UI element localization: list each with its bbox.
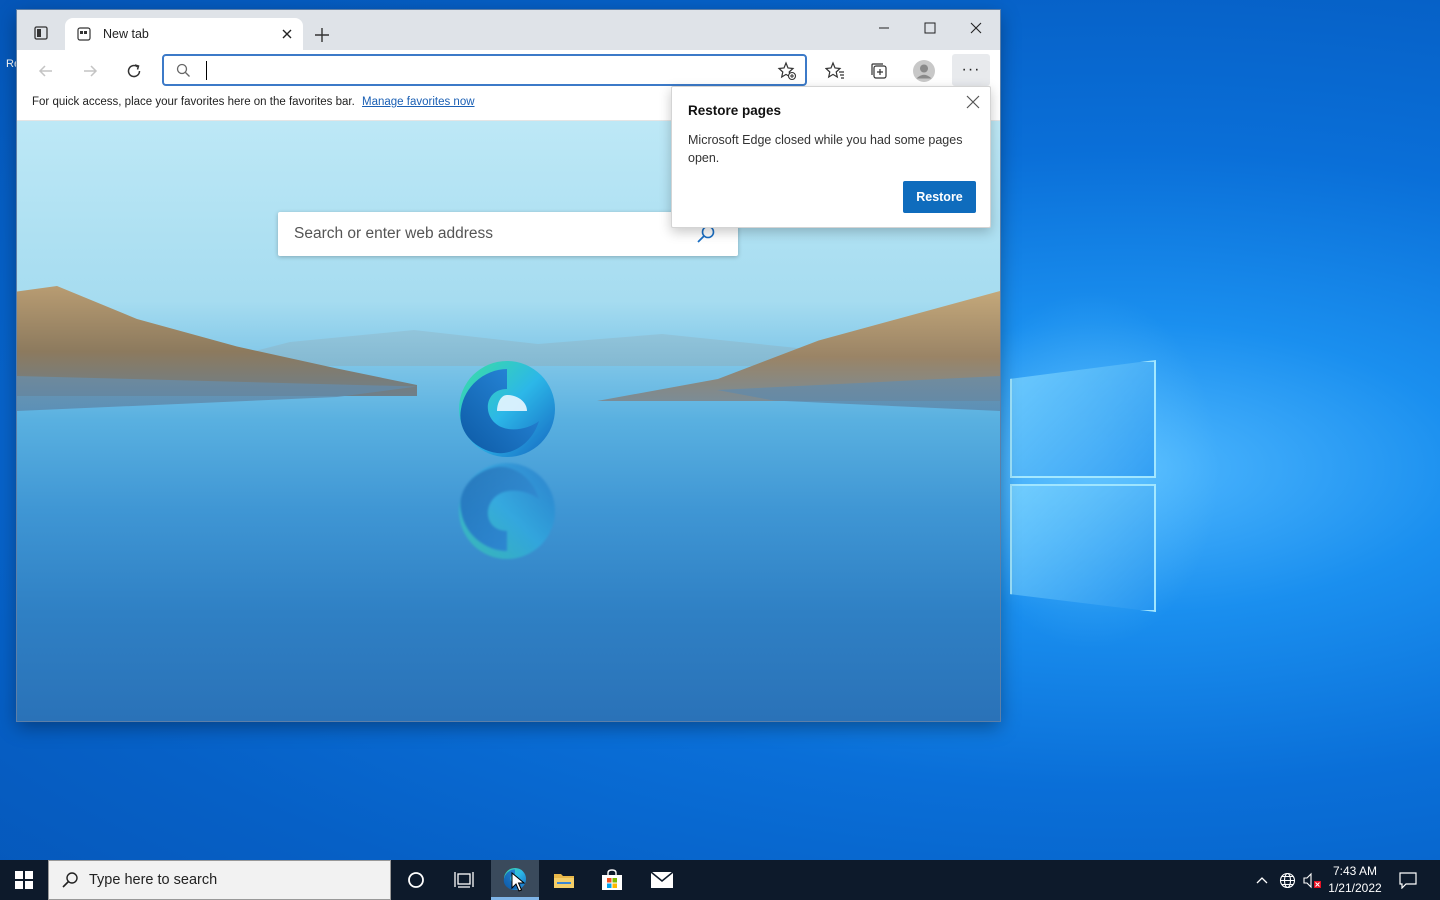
title-bar: New tab xyxy=(17,10,1000,50)
tab-actions-icon[interactable] xyxy=(27,22,55,44)
tab-new-tab[interactable]: New tab xyxy=(65,18,303,50)
web-search-box[interactable]: Search or enter web address xyxy=(278,212,738,256)
task-view-icon xyxy=(454,872,474,888)
close-popup-icon[interactable] xyxy=(964,93,982,111)
web-search-placeholder: Search or enter web address xyxy=(294,225,494,242)
taskbar-edge-button[interactable] xyxy=(491,860,539,900)
taskbar-clock[interactable]: 7:43 AM 1/21/2022 xyxy=(1320,863,1390,897)
add-favorite-star-icon[interactable] xyxy=(777,61,797,81)
collections-icon[interactable] xyxy=(866,58,892,84)
toolbar: ··· xyxy=(17,50,1000,90)
clock-date: 1/21/2022 xyxy=(1328,881,1382,895)
taskbar-search-box[interactable]: Type here to search xyxy=(48,860,391,900)
cortana-button[interactable] xyxy=(392,860,440,900)
close-window-button[interactable] xyxy=(961,16,991,40)
edge-logo-icon xyxy=(459,361,555,457)
text-caret xyxy=(206,61,207,80)
file-explorer-button[interactable] xyxy=(540,860,588,900)
start-button[interactable] xyxy=(0,860,48,900)
show-hidden-icons-button[interactable] xyxy=(1252,860,1272,900)
notification-icon xyxy=(1399,871,1417,889)
favorites-icon[interactable] xyxy=(822,58,848,84)
network-status-button[interactable] xyxy=(1276,860,1298,900)
back-button[interactable] xyxy=(33,58,59,84)
mail-button[interactable] xyxy=(638,860,686,900)
windows-logo-wallpaper xyxy=(960,290,1220,650)
search-icon xyxy=(176,63,190,77)
popup-message: Microsoft Edge closed while you had some… xyxy=(688,133,963,165)
microsoft-store-button[interactable] xyxy=(588,860,636,900)
settings-more-button[interactable]: ··· xyxy=(952,54,990,86)
tab-title: New tab xyxy=(103,27,149,41)
address-input[interactable] xyxy=(204,60,764,80)
edge-logo-reflection xyxy=(459,463,555,559)
taskbar-search-icon xyxy=(62,872,78,888)
favorites-bar-text: For quick access, place your favorites h… xyxy=(32,96,355,108)
minimize-button[interactable] xyxy=(869,16,899,40)
clock-time: 7:43 AM xyxy=(1332,864,1378,878)
restore-pages-popup: Restore pages Microsoft Edge closed whil… xyxy=(671,86,991,228)
cortana-icon xyxy=(408,872,424,888)
new-tab-plus-icon[interactable] xyxy=(313,26,331,44)
profile-avatar[interactable] xyxy=(911,58,937,84)
mouse-cursor-icon xyxy=(511,872,525,892)
close-tab-icon[interactable] xyxy=(279,26,295,42)
folder-icon xyxy=(554,874,574,888)
manage-favorites-link[interactable]: Manage favorites now xyxy=(362,96,475,108)
store-bag-icon xyxy=(602,869,622,890)
refresh-button[interactable] xyxy=(121,58,147,84)
popup-title: Restore pages xyxy=(688,103,782,118)
windows-start-icon xyxy=(15,871,33,889)
forward-button[interactable] xyxy=(77,58,103,84)
mail-icon xyxy=(650,871,674,888)
taskbar: Type here to search 7:43 AM 1/21/2022 xyxy=(0,860,1440,900)
new-tab-page-icon xyxy=(77,27,91,41)
address-bar[interactable] xyxy=(162,54,807,86)
maximize-button[interactable] xyxy=(915,16,945,40)
action-center-button[interactable] xyxy=(1394,860,1422,900)
chevron-up-icon xyxy=(1256,877,1268,884)
speaker-muted-icon xyxy=(1303,872,1321,888)
taskbar-search-placeholder: Type here to search xyxy=(89,872,218,888)
task-view-button[interactable] xyxy=(440,860,488,900)
restore-button[interactable]: Restore xyxy=(903,181,976,213)
globe-network-icon xyxy=(1279,872,1295,888)
